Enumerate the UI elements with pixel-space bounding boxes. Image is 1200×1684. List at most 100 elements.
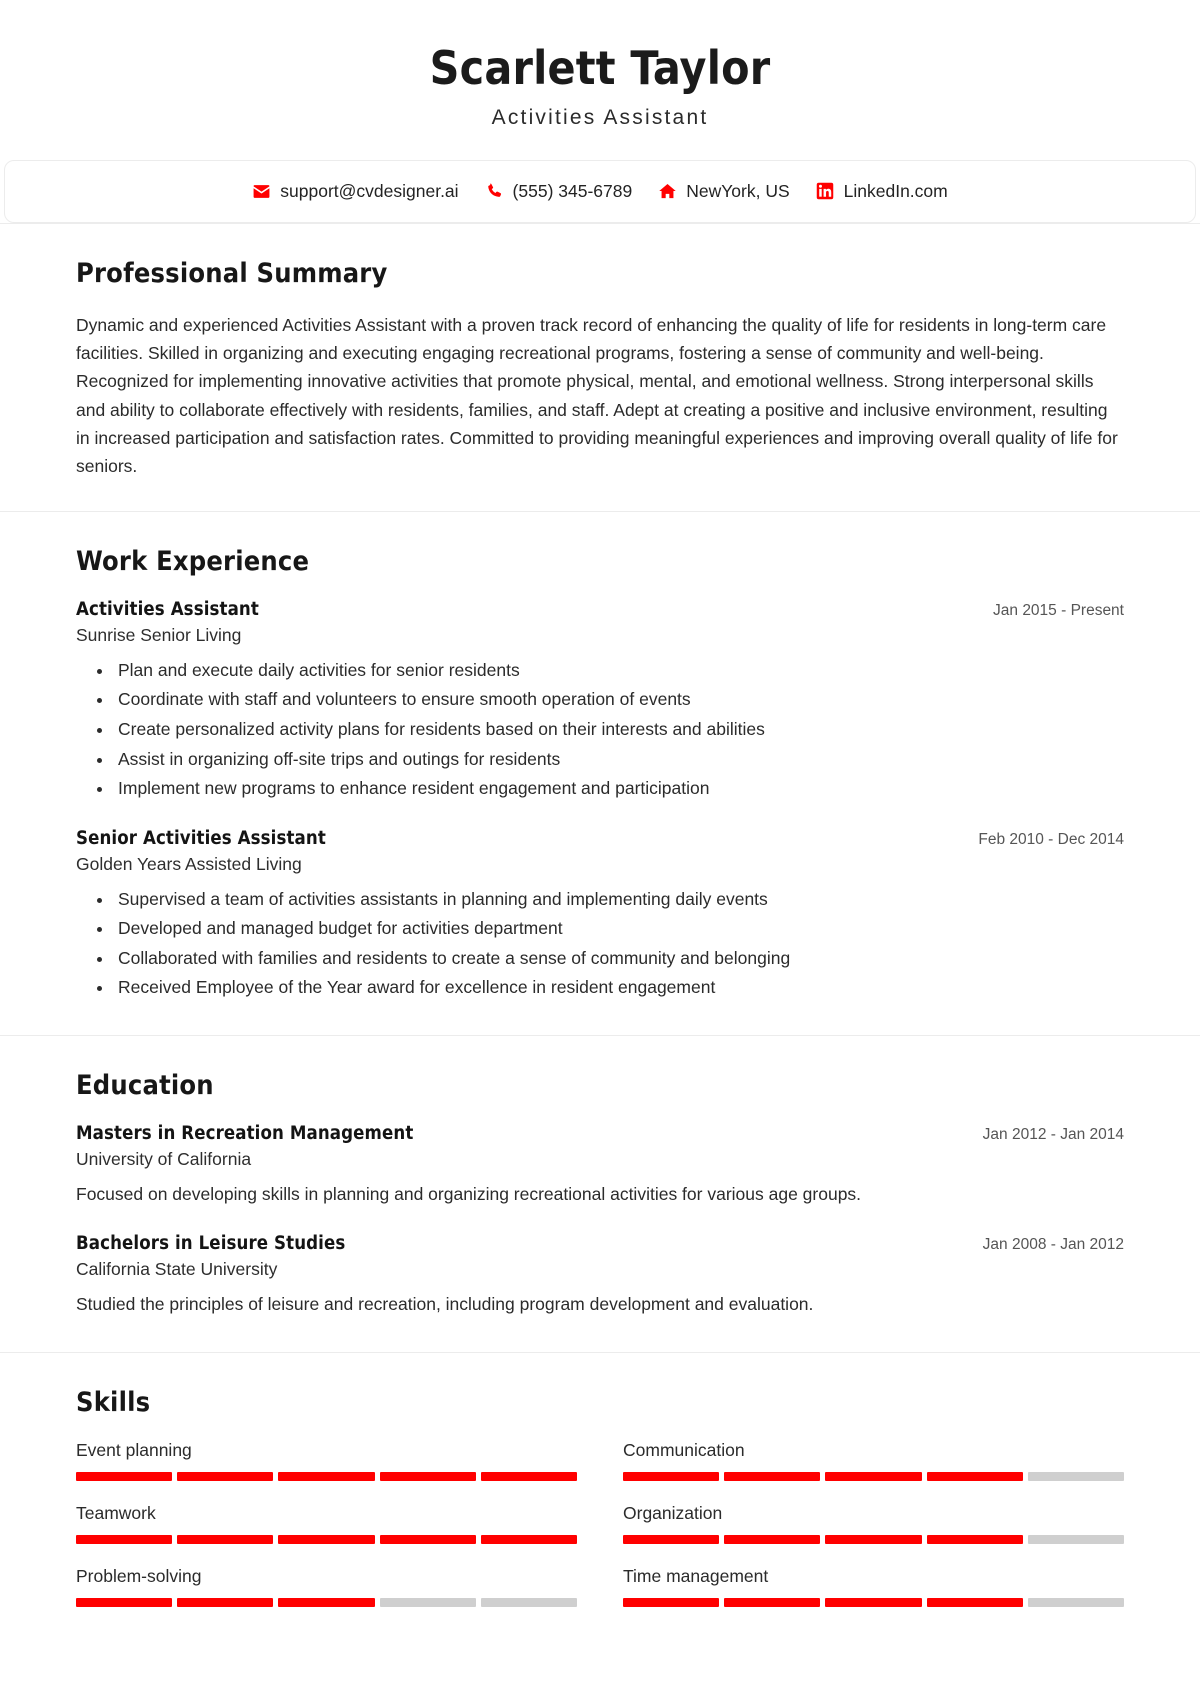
skill-segment: [825, 1471, 922, 1481]
job-title: Activities Assistant: [76, 598, 259, 620]
work-bullet: Developed and managed budget for activit…: [114, 915, 1124, 942]
skill-rating-bar: [623, 1597, 1125, 1607]
skill-segment: [1027, 1597, 1125, 1607]
work-bullet: Implement new programs to enhance reside…: [114, 775, 1124, 802]
contact-item-phone[interactable]: (555) 345-6789: [485, 180, 633, 202]
skill-label: Organization: [623, 1502, 723, 1523]
section-title-work: Work Experience: [76, 545, 310, 577]
contact-text: LinkedIn.com: [843, 180, 948, 201]
skill-segment: [480, 1597, 578, 1607]
section-professional-summary: Professional Summary Dynamic and experie…: [0, 222, 1200, 511]
location-icon: [658, 182, 677, 201]
education-entry-head: Bachelors in Leisure Studies Jan 2008 - J…: [76, 1233, 1124, 1254]
section-work-experience: Work Experience Activities Assistant Jan …: [0, 510, 1200, 1035]
skill-label: Teamwork: [76, 1502, 156, 1523]
skill-segment: [480, 1471, 578, 1481]
resume-page: Scarlett Taylor Activities Assistant sup…: [0, 0, 1200, 1637]
skill-rating-bar: [76, 1597, 578, 1607]
section-title-skills: Skills: [76, 1386, 151, 1418]
degree-description: Studied the principles of leisure and re…: [76, 1294, 814, 1315]
skill-rating-bar: [623, 1471, 1125, 1481]
skill-segment: [623, 1597, 720, 1607]
skill-segment: [278, 1534, 375, 1544]
section-title-summary: Professional Summary: [76, 257, 388, 289]
skill-segment: [379, 1534, 476, 1544]
work-bullet: Supervised a team of activities assistan…: [114, 886, 1124, 913]
work-entry-head: Senior Activities Assistant Feb 2010 - De…: [76, 828, 1124, 849]
skill-segment: [278, 1471, 375, 1481]
education-entry-list: Masters in Recreation Management Jan 2012…: [76, 1123, 1124, 1318]
skill-segment: [177, 1534, 274, 1544]
job-date: Jan 2015 - Present: [993, 601, 1124, 619]
contact-item-linkedin[interactable]: LinkedIn.com: [816, 181, 948, 202]
skill-segment: [825, 1534, 922, 1544]
work-bullet: Received Employee of the Year award for …: [114, 974, 1124, 1001]
candidate-name: Scarlett Taylor: [429, 41, 771, 95]
degree-description: Focused on developing skills in planning…: [76, 1184, 862, 1205]
work-bullet-list: Supervised a team of activities assistan…: [76, 886, 1124, 1001]
summary-text: Dynamic and experienced Activities Assis…: [76, 314, 1118, 477]
skill-segment: [926, 1534, 1023, 1544]
contact-item-email[interactable]: support@cvdesigner.ai: [252, 180, 459, 202]
education-entry: Masters in Recreation Management Jan 2012…: [76, 1123, 1124, 1207]
work-bullet: Collaborated with families and residents…: [114, 945, 1124, 972]
candidate-role: Activities Assistant: [491, 105, 709, 129]
work-bullet-list: Plan and execute daily activities for se…: [76, 657, 1124, 802]
skill-item: Problem-solving: [76, 1565, 578, 1607]
work-entry: Activities Assistant Jan 2015 - Present Su…: [76, 599, 1124, 802]
skill-segment: [825, 1597, 922, 1607]
skill-item: Time management: [623, 1565, 1125, 1607]
skill-segment: [724, 1471, 821, 1481]
skill-segment: [379, 1597, 476, 1607]
company-name: Golden Years Assisted Living: [76, 853, 302, 874]
education-entry: Bachelors in Leisure Studies Jan 2008 - J…: [76, 1233, 1124, 1317]
work-bullet: Assist in organizing off-site trips and …: [114, 746, 1124, 773]
education-entry-head: Masters in Recreation Management Jan 2012…: [76, 1123, 1124, 1144]
skill-segment: [76, 1471, 173, 1481]
skill-segment: [1027, 1534, 1125, 1544]
skill-item: Organization: [623, 1502, 1125, 1544]
skill-segment: [724, 1534, 821, 1544]
skills-grid: Event planning Communication Teamwork Organ…: [76, 1439, 1125, 1607]
skill-segment: [177, 1597, 274, 1607]
phone-icon: [485, 182, 504, 201]
skill-item: Communication: [623, 1439, 1125, 1481]
skill-label: Problem-solving: [76, 1565, 202, 1586]
skill-segment: [1027, 1471, 1125, 1481]
job-date: Feb 2010 - Dec 2014: [978, 830, 1124, 848]
skill-rating-bar: [76, 1534, 578, 1544]
degree-title: Masters in Recreation Management: [76, 1123, 414, 1145]
skill-segment: [379, 1471, 476, 1481]
school-name: University of California: [76, 1149, 252, 1170]
work-bullet: Create personalized activity plans for r…: [114, 716, 1124, 743]
contact-item-location[interactable]: NewYork, US: [658, 180, 790, 202]
contact-text: support@cvdesigner.ai: [280, 180, 459, 201]
contact-text: (555) 345-6789: [512, 180, 633, 201]
email-icon: [252, 182, 271, 201]
school-name: California State University: [76, 1259, 278, 1280]
company-name: Sunrise Senior Living: [76, 624, 242, 645]
resume-header: Scarlett Taylor Activities Assistant: [0, 0, 1200, 160]
degree-date: Jan 2012 - Jan 2014: [982, 1126, 1124, 1144]
skill-segment: [926, 1471, 1023, 1481]
skill-label: Time management: [623, 1565, 769, 1586]
job-title: Senior Activities Assistant: [76, 827, 326, 849]
work-entry-head: Activities Assistant Jan 2015 - Present: [76, 599, 1124, 620]
skill-label: Communication: [623, 1439, 745, 1460]
contact-text: NewYork, US: [686, 180, 790, 201]
work-bullet: Plan and execute daily activities for se…: [114, 657, 1124, 684]
skill-segment: [623, 1471, 720, 1481]
degree-date: Jan 2008 - Jan 2012: [982, 1236, 1124, 1254]
skill-rating-bar: [623, 1534, 1125, 1544]
skill-segment: [76, 1597, 173, 1607]
skill-item: Event planning: [76, 1439, 578, 1481]
skill-rating-bar: [76, 1471, 578, 1481]
skill-segment: [480, 1534, 578, 1544]
skill-label: Event planning: [76, 1439, 192, 1460]
work-bullet: Coordinate with staff and volunteers to …: [114, 686, 1124, 713]
skill-segment: [724, 1597, 821, 1607]
skill-item: Teamwork: [76, 1502, 578, 1544]
work-entry: Senior Activities Assistant Feb 2010 - De…: [76, 828, 1124, 1001]
skill-segment: [177, 1471, 274, 1481]
work-entry-list: Activities Assistant Jan 2015 - Present Su…: [76, 599, 1124, 1001]
